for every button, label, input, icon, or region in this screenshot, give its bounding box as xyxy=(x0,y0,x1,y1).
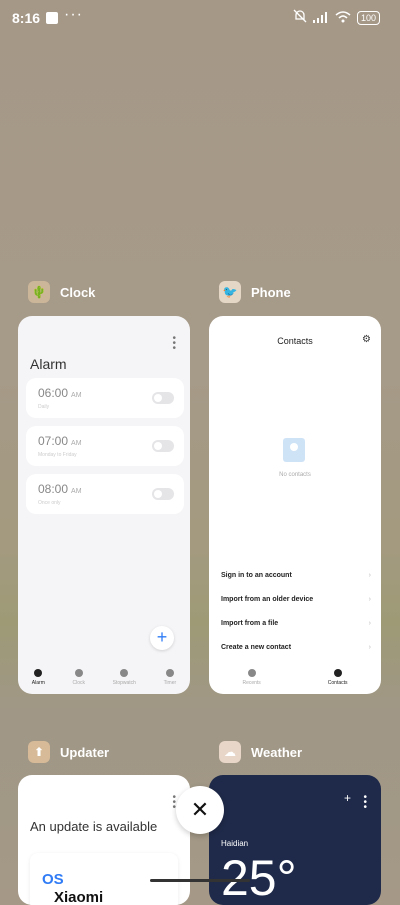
alarm-toggle[interactable] xyxy=(152,392,174,404)
tab-recents[interactable]: Recents xyxy=(242,669,261,686)
phone-tab-bar: Recents Contacts xyxy=(209,669,381,686)
app-name-clock: Clock xyxy=(60,284,96,300)
clock-app-icon: 🌵 xyxy=(28,281,50,303)
phone-app-icon: 🐦 xyxy=(219,281,241,303)
clock-icon xyxy=(74,669,83,677)
alarm-ampm: AM xyxy=(71,488,82,495)
recent-card-updater[interactable]: ••• An update is available Xiaomi HyperO… xyxy=(18,775,190,905)
alarm-toggle[interactable] xyxy=(152,440,174,452)
tab-contacts[interactable]: Contacts xyxy=(328,669,348,686)
phone-icon xyxy=(247,669,256,677)
person-icon xyxy=(333,669,342,677)
clock-tab-bar: Alarm Clock Stopwatch Timer xyxy=(18,669,190,686)
app-name-phone: Phone xyxy=(251,284,291,300)
contact-placeholder-icon xyxy=(283,438,305,462)
weather-app-icon: ☁ xyxy=(219,741,241,763)
menu-item-create-contact[interactable]: Create a new contact › xyxy=(221,644,371,651)
notifications-off-icon xyxy=(293,9,307,26)
more-options-icon[interactable]: • • • xyxy=(172,334,176,354)
clear-all-button[interactable]: ✕ xyxy=(176,786,224,834)
status-icons: 100 xyxy=(293,9,380,26)
status-bar: 8:16 ··· 100 xyxy=(0,0,400,36)
alarm-item[interactable]: 08:00 AM Once only xyxy=(26,474,184,514)
alarm-item[interactable]: 07:00 AM Monday to Friday xyxy=(26,426,184,466)
recent-card-phone[interactable]: Contacts ⚙ No contacts Sign in to an acc… xyxy=(209,316,381,694)
status-time: 8:16 xyxy=(12,10,41,26)
app-label-clock[interactable]: 🌵 Clock xyxy=(28,281,95,303)
wifi-icon xyxy=(335,10,351,26)
signal-icon xyxy=(312,10,329,26)
app-label-updater[interactable]: ⬆ Updater xyxy=(28,741,109,763)
alarm-repeat: Monday to Friday xyxy=(38,452,77,458)
home-indicator[interactable] xyxy=(150,879,250,882)
alarm-toggle[interactable] xyxy=(152,488,174,500)
app-name-weather: Weather xyxy=(251,744,303,760)
app-label-weather[interactable]: ☁ Weather xyxy=(219,741,302,763)
update-headline: An update is available xyxy=(30,819,158,834)
chevron-right-icon: › xyxy=(368,572,371,579)
alarm-ampm: AM xyxy=(71,392,82,399)
battery-icon: 100 xyxy=(356,10,380,25)
tab-clock[interactable]: Clock xyxy=(72,669,85,686)
menu-item-import-file[interactable]: Import from a file › xyxy=(221,620,371,627)
alarm-time: 06:00 xyxy=(38,386,69,400)
app-name-updater: Updater xyxy=(60,744,110,760)
menu-item-sign-in[interactable]: Sign in to an account › xyxy=(221,572,371,579)
tab-stopwatch[interactable]: Stopwatch xyxy=(113,669,136,686)
tab-timer[interactable]: Timer xyxy=(164,669,176,686)
alarm-repeat: Daily xyxy=(38,404,50,410)
notification-square-icon xyxy=(46,12,58,24)
weather-city: Haidian xyxy=(221,839,249,848)
more-options-icon[interactable]: • • • xyxy=(363,793,367,813)
empty-state-text: No contacts xyxy=(279,472,311,478)
stopwatch-icon xyxy=(120,669,129,677)
chevron-right-icon: › xyxy=(368,620,371,627)
alarm-time: 08:00 xyxy=(38,482,69,496)
weather-temperature: 25° xyxy=(221,850,297,905)
alarm-ampm: AM xyxy=(71,440,82,447)
tab-alarm[interactable]: Alarm xyxy=(32,669,45,686)
alarm-repeat: Once only xyxy=(38,500,61,506)
alarm-time: 07:00 xyxy=(38,434,69,448)
clock-page-title: Alarm xyxy=(30,356,67,372)
updater-app-icon: ⬆ xyxy=(28,741,50,763)
alarm-item[interactable]: 06:00 AM Daily xyxy=(26,378,184,418)
hourglass-icon xyxy=(165,669,174,677)
menu-item-import-device[interactable]: Import from an older device › xyxy=(221,596,371,603)
alarm-icon xyxy=(34,669,43,677)
recent-card-clock[interactable]: • • • Alarm 06:00 AM Daily 07:00 AM Monday t… xyxy=(18,316,190,694)
recent-card-weather[interactable]: + • • • Haidian 25° xyxy=(209,775,381,905)
settings-icon[interactable]: ⚙ xyxy=(362,334,371,345)
add-alarm-button[interactable]: + xyxy=(150,626,174,650)
chevron-right-icon: › xyxy=(368,644,371,651)
add-city-icon[interactable]: + xyxy=(344,791,351,805)
chevron-right-icon: › xyxy=(368,596,371,603)
more-notifications-icon: ··· xyxy=(64,6,83,23)
contacts-title: Contacts xyxy=(277,336,313,346)
app-label-phone[interactable]: 🐦 Phone xyxy=(219,281,291,303)
